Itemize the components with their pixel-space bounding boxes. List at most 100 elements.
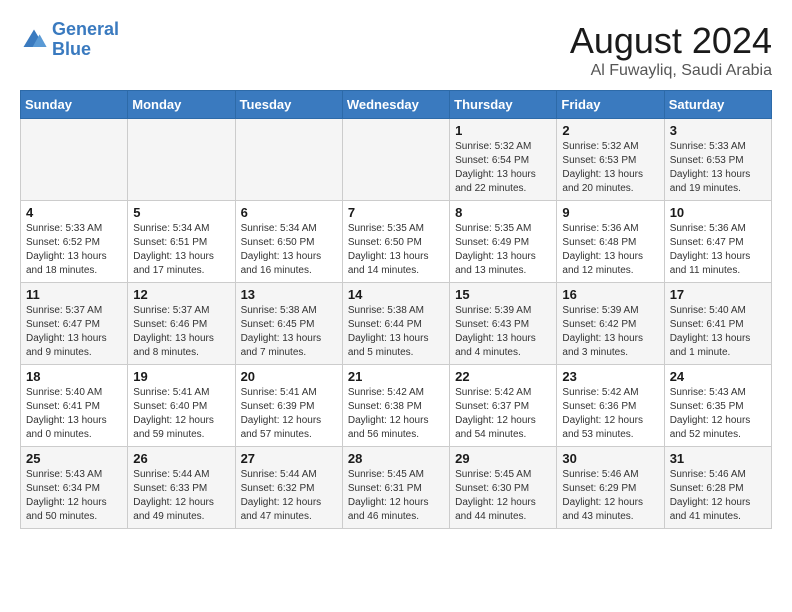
day-number: 17	[670, 287, 766, 302]
logo-icon	[20, 26, 48, 54]
day-cell: 31 Sunrise: 5:46 AM Sunset: 6:28 PM Dayli…	[664, 447, 771, 529]
day-info: Sunrise: 5:45 AM Sunset: 6:30 PM Dayligh…	[455, 468, 551, 524]
day-info: Sunrise: 5:32 AM Sunset: 6:53 PM Dayligh…	[562, 140, 658, 196]
day-number: 14	[348, 287, 444, 302]
day-info: Sunrise: 5:35 AM Sunset: 6:50 PM Dayligh…	[348, 222, 444, 278]
day-info: Sunrise: 5:39 AM Sunset: 6:43 PM Dayligh…	[455, 304, 551, 360]
day-cell: 12 Sunrise: 5:37 AM Sunset: 6:46 PM Dayli…	[128, 283, 235, 365]
day-cell: 8Sunrise: 5:35 AM Sunset: 6:49 PM Daylig…	[450, 201, 557, 283]
location-title: Al Fuwayliq, Saudi Arabia	[570, 62, 772, 80]
day-info: Sunrise: 5:42 AM Sunset: 6:36 PM Dayligh…	[562, 386, 658, 442]
day-number: 23	[562, 369, 658, 384]
day-info: Sunrise: 5:39 AM Sunset: 6:42 PM Dayligh…	[562, 304, 658, 360]
day-number: 29	[455, 451, 551, 466]
week-row-3: 11 Sunrise: 5:37 AM Sunset: 6:47 PM Dayli…	[21, 283, 772, 365]
day-number: 30	[562, 451, 658, 466]
weekday-header-thursday: Thursday	[450, 91, 557, 119]
day-number: 21	[348, 369, 444, 384]
day-number: 8	[455, 205, 551, 220]
day-cell: 23 Sunrise: 5:42 AM Sunset: 6:36 PM Dayli…	[557, 365, 664, 447]
month-title: August 2024	[570, 20, 772, 62]
day-number: 25	[26, 451, 122, 466]
day-info: Sunrise: 5:33 AM Sunset: 6:52 PM Dayligh…	[26, 222, 122, 278]
page-header: General Blue August 2024 Al Fuwayliq, Sa…	[20, 20, 772, 80]
weekday-header-tuesday: Tuesday	[235, 91, 342, 119]
day-info: Sunrise: 5:38 AM Sunset: 6:44 PM Dayligh…	[348, 304, 444, 360]
day-info: Sunrise: 5:37 AM Sunset: 6:46 PM Dayligh…	[133, 304, 229, 360]
day-info: Sunrise: 5:43 AM Sunset: 6:34 PM Dayligh…	[26, 468, 122, 524]
day-info: Sunrise: 5:41 AM Sunset: 6:40 PM Dayligh…	[133, 386, 229, 442]
day-cell: 18Sunrise: 5:40 AM Sunset: 6:41 PM Dayli…	[21, 365, 128, 447]
day-number: 1	[455, 123, 551, 138]
day-number: 19	[133, 369, 229, 384]
day-cell	[21, 119, 128, 201]
day-cell: 21 Sunrise: 5:42 AM Sunset: 6:38 PM Dayli…	[342, 365, 449, 447]
day-number: 26	[133, 451, 229, 466]
day-number: 28	[348, 451, 444, 466]
day-info: Sunrise: 5:40 AM Sunset: 6:41 PM Dayligh…	[26, 386, 122, 442]
day-cell: 15 Sunrise: 5:39 AM Sunset: 6:43 PM Dayli…	[450, 283, 557, 365]
day-cell: 28 Sunrise: 5:45 AM Sunset: 6:31 PM Dayli…	[342, 447, 449, 529]
title-area: August 2024 Al Fuwayliq, Saudi Arabia	[570, 20, 772, 80]
day-number: 6	[241, 205, 337, 220]
day-info: Sunrise: 5:32 AM Sunset: 6:54 PM Dayligh…	[455, 140, 551, 196]
day-number: 16	[562, 287, 658, 302]
day-info: Sunrise: 5:33 AM Sunset: 6:53 PM Dayligh…	[670, 140, 766, 196]
day-cell: 29 Sunrise: 5:45 AM Sunset: 6:30 PM Dayli…	[450, 447, 557, 529]
day-info: Sunrise: 5:34 AM Sunset: 6:51 PM Dayligh…	[133, 222, 229, 278]
day-info: Sunrise: 5:36 AM Sunset: 6:48 PM Dayligh…	[562, 222, 658, 278]
day-cell: 26 Sunrise: 5:44 AM Sunset: 6:33 PM Dayli…	[128, 447, 235, 529]
day-info: Sunrise: 5:44 AM Sunset: 6:33 PM Dayligh…	[133, 468, 229, 524]
weekday-header-row: SundayMondayTuesdayWednesdayThursdayFrid…	[21, 91, 772, 119]
day-number: 4	[26, 205, 122, 220]
day-info: Sunrise: 5:37 AM Sunset: 6:47 PM Dayligh…	[26, 304, 122, 360]
day-number: 24	[670, 369, 766, 384]
week-row-1: 1 Sunrise: 5:32 AM Sunset: 6:54 PM Daylig…	[21, 119, 772, 201]
day-info: Sunrise: 5:42 AM Sunset: 6:38 PM Dayligh…	[348, 386, 444, 442]
logo-text: General Blue	[52, 20, 119, 60]
day-number: 5	[133, 205, 229, 220]
day-cell: 11 Sunrise: 5:37 AM Sunset: 6:47 PM Dayli…	[21, 283, 128, 365]
day-info: Sunrise: 5:34 AM Sunset: 6:50 PM Dayligh…	[241, 222, 337, 278]
day-cell: 16 Sunrise: 5:39 AM Sunset: 6:42 PM Dayli…	[557, 283, 664, 365]
week-row-4: 18Sunrise: 5:40 AM Sunset: 6:41 PM Dayli…	[21, 365, 772, 447]
day-number: 15	[455, 287, 551, 302]
day-number: 9	[562, 205, 658, 220]
day-cell: 24 Sunrise: 5:43 AM Sunset: 6:35 PM Dayli…	[664, 365, 771, 447]
day-number: 27	[241, 451, 337, 466]
day-info: Sunrise: 5:41 AM Sunset: 6:39 PM Dayligh…	[241, 386, 337, 442]
day-info: Sunrise: 5:44 AM Sunset: 6:32 PM Dayligh…	[241, 468, 337, 524]
day-cell: 13Sunrise: 5:38 AM Sunset: 6:45 PM Dayli…	[235, 283, 342, 365]
day-cell: 19 Sunrise: 5:41 AM Sunset: 6:40 PM Dayli…	[128, 365, 235, 447]
day-cell: 4 Sunrise: 5:33 AM Sunset: 6:52 PM Daylig…	[21, 201, 128, 283]
weekday-header-saturday: Saturday	[664, 91, 771, 119]
day-info: Sunrise: 5:45 AM Sunset: 6:31 PM Dayligh…	[348, 468, 444, 524]
day-cell: 22Sunrise: 5:42 AM Sunset: 6:37 PM Dayli…	[450, 365, 557, 447]
day-info: Sunrise: 5:46 AM Sunset: 6:29 PM Dayligh…	[562, 468, 658, 524]
weekday-header-wednesday: Wednesday	[342, 91, 449, 119]
day-number: 2	[562, 123, 658, 138]
calendar-table: SundayMondayTuesdayWednesdayThursdayFrid…	[20, 90, 772, 529]
day-cell	[235, 119, 342, 201]
day-cell	[128, 119, 235, 201]
day-number: 10	[670, 205, 766, 220]
day-info: Sunrise: 5:46 AM Sunset: 6:28 PM Dayligh…	[670, 468, 766, 524]
day-cell: 2 Sunrise: 5:32 AM Sunset: 6:53 PM Daylig…	[557, 119, 664, 201]
week-row-2: 4 Sunrise: 5:33 AM Sunset: 6:52 PM Daylig…	[21, 201, 772, 283]
day-info: Sunrise: 5:36 AM Sunset: 6:47 PM Dayligh…	[670, 222, 766, 278]
logo: General Blue	[20, 20, 119, 60]
day-info: Sunrise: 5:40 AM Sunset: 6:41 PM Dayligh…	[670, 304, 766, 360]
day-cell: 27 Sunrise: 5:44 AM Sunset: 6:32 PM Dayli…	[235, 447, 342, 529]
day-number: 7	[348, 205, 444, 220]
day-number: 11	[26, 287, 122, 302]
day-cell: 7 Sunrise: 5:35 AM Sunset: 6:50 PM Daylig…	[342, 201, 449, 283]
day-cell: 1 Sunrise: 5:32 AM Sunset: 6:54 PM Daylig…	[450, 119, 557, 201]
weekday-header-monday: Monday	[128, 91, 235, 119]
day-cell: 5 Sunrise: 5:34 AM Sunset: 6:51 PM Daylig…	[128, 201, 235, 283]
day-cell: 14 Sunrise: 5:38 AM Sunset: 6:44 PM Dayli…	[342, 283, 449, 365]
day-cell	[342, 119, 449, 201]
day-number: 12	[133, 287, 229, 302]
day-number: 3	[670, 123, 766, 138]
day-number: 31	[670, 451, 766, 466]
day-info: Sunrise: 5:43 AM Sunset: 6:35 PM Dayligh…	[670, 386, 766, 442]
